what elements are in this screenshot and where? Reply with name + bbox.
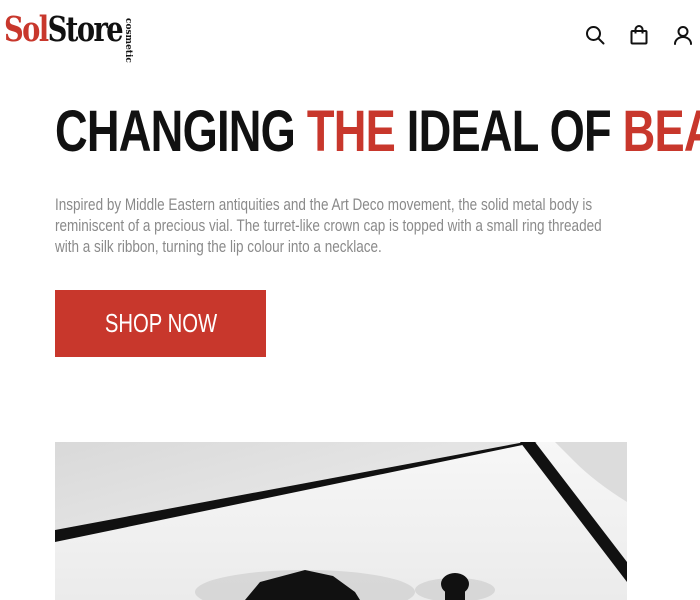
headline-part-changing: CHANGING [55, 99, 307, 164]
search-icon[interactable] [584, 24, 606, 46]
user-icon[interactable] [672, 24, 694, 46]
header-icons [584, 24, 694, 46]
store-logo[interactable]: SolStore cosmetic [4, 6, 155, 63]
headline-part-ideal-of: IDEAL OF [394, 99, 623, 164]
hero-description: Inspired by Middle Eastern antiquities a… [55, 195, 602, 256]
logo-sol: Sol [4, 9, 49, 50]
shop-now-button[interactable]: SHOP NOW [55, 290, 266, 357]
headline-part-beauty: BEAUTY [622, 99, 700, 164]
hero-headline: CHANGING THE IDEAL OF BEAUTY [55, 99, 700, 165]
product-image [55, 442, 627, 600]
headline-part-the: THE [306, 99, 396, 164]
shop-now-label: SHOP NOW [104, 308, 217, 338]
bag-icon[interactable] [628, 24, 650, 46]
logo-wordmark: SolStore [4, 6, 124, 54]
page: SolStore cosmetic CHANGING THE IDEAL OF … [0, 0, 700, 600]
logo-store: Store [47, 9, 124, 50]
logo-subtitle: cosmetic [123, 18, 133, 63]
site-header: SolStore cosmetic [0, 0, 700, 70]
